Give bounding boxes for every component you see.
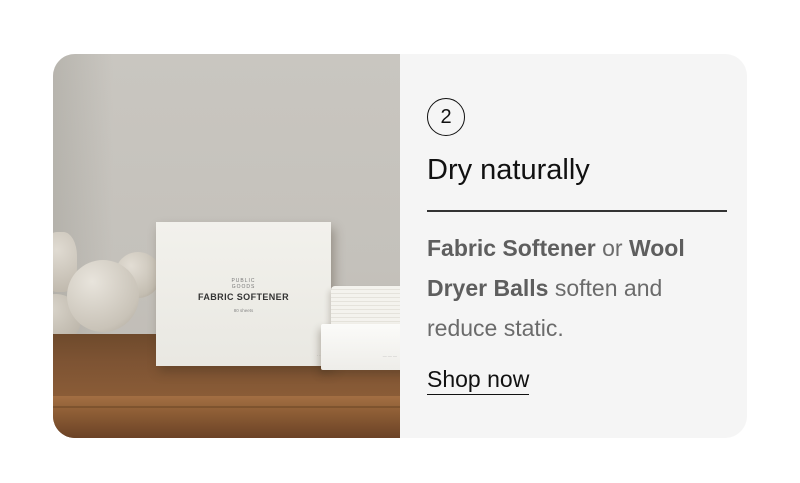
sheet-pack: — — — [321,324,400,370]
description-connector: or [595,235,629,261]
shelf-grain [53,406,400,408]
pack-label: — — — [382,353,397,358]
product-tip-card: PUBLIC GOODS FABRIC SOFTENER 80 sheets ·… [53,54,747,438]
divider [427,210,727,212]
card-title: Dry naturally [427,154,590,186]
product-name-fabric-softener: Fabric Softener [427,235,596,261]
card-content: 2 Dry naturally Fabric Softener or Wool … [400,54,747,438]
shop-now-link[interactable]: Shop now [427,366,530,395]
step-number-badge: 2 [427,98,465,136]
shelf-edge [53,396,400,438]
box-title: FABRIC SOFTENER [197,292,289,302]
box-brand-line: GOODS [231,284,256,290]
product-photo: PUBLIC GOODS FABRIC SOFTENER 80 sheets ·… [53,54,400,438]
card-description: Fabric Softener or Wool Dryer Balls soft… [427,228,727,348]
box-brand: PUBLIC GOODS [156,278,331,290]
fabric-softener-box: PUBLIC GOODS FABRIC SOFTENER 80 sheets ·… [156,222,331,366]
box-subtitle: 80 sheets [233,308,254,313]
wool-dryer-ball [67,260,139,332]
